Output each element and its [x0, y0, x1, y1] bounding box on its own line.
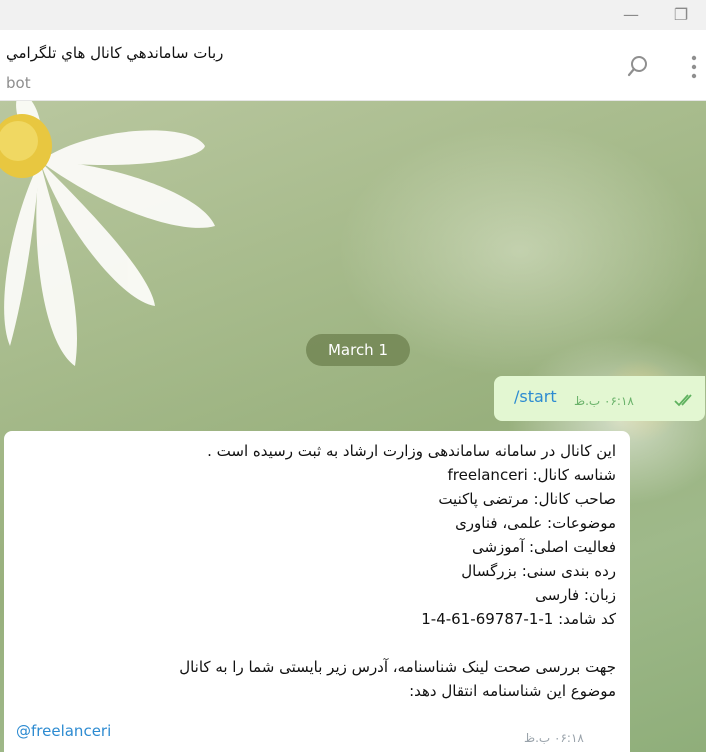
chat-title[interactable]: ربات ساماندهي كانال هاي تلگرامي — [6, 44, 223, 62]
message-line: رده بندی سنی: بزرگسال — [461, 562, 616, 580]
outgoing-message-text[interactable]: /start — [514, 387, 557, 406]
message-line: موضوعات: علمی، فناوری — [455, 514, 616, 532]
maximize-button[interactable]: ❐ — [670, 4, 692, 26]
read-checkmarks-icon — [674, 394, 692, 407]
message-line: شناسه کانال: freelanceri — [447, 466, 617, 484]
outgoing-message-time: ۰۶:۱۸ ب.ظ — [574, 394, 634, 408]
message-line: کد شامد: 1-1-69787-61-4-1 — [421, 610, 616, 628]
chat-subtitle: bot — [6, 74, 31, 92]
more-options-icon[interactable] — [684, 52, 704, 82]
message-line: جهت بررسی صحت لینک شناسنامه، آدرس زیر با… — [179, 658, 616, 676]
message-line: فعالیت اصلی: آموزشی — [471, 538, 616, 556]
date-separator: March 1 — [306, 334, 410, 366]
message-line: موضوع این شناسنامه انتقال دهد: — [409, 682, 616, 700]
chat-header: ربات ساماندهي كانال هاي تلگرامي bot — [0, 30, 706, 101]
channel-link[interactable]: @freelanceri — [16, 722, 111, 740]
wallpaper-flower — [0, 101, 215, 366]
message-line: این کانال در سامانه ساماندهی وزارت ارشاد… — [207, 442, 616, 460]
message-line: زبان: فارسی — [535, 586, 616, 604]
minimize-button[interactable]: — — [620, 4, 642, 26]
outgoing-message[interactable]: /start ۰۶:۱۸ ب.ظ — [494, 376, 705, 421]
incoming-message-time: ۰۶:۱۸ ب.ظ — [524, 731, 584, 745]
chat-area: March 1 /start ۰۶:۱۸ ب.ظ این کانال در سا… — [0, 101, 706, 752]
window-titlebar: — ❐ — [0, 0, 706, 30]
message-line: صاحب کانال: مرتضی پاکنیت — [438, 490, 616, 508]
incoming-message-text: این کانال در سامانه ساماندهی وزارت ارشاد… — [16, 439, 616, 703]
incoming-message[interactable]: این کانال در سامانه ساماندهی وزارت ارشاد… — [4, 431, 630, 752]
search-icon[interactable] — [624, 52, 654, 82]
